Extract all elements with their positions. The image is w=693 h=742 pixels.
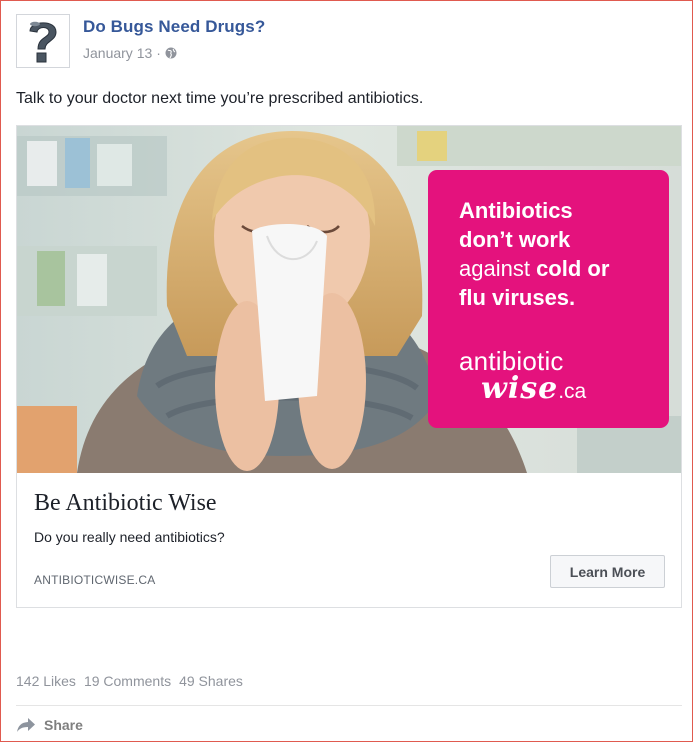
link-ad-card[interactable]: Antibiotics don’t work against cold or f… — [16, 125, 682, 608]
share-button[interactable]: Share — [16, 717, 83, 733]
brand-logo: antibiotic wise.ca — [459, 348, 586, 404]
shares-count[interactable]: 49 Shares — [179, 673, 243, 689]
ad-domain: ANTIBIOTICWISE.CA — [34, 573, 156, 587]
overlay-line-2: don’t work — [459, 227, 571, 252]
globe-icon[interactable] — [165, 47, 177, 59]
comments-count[interactable]: 19 Comments — [84, 673, 171, 689]
question-mark-icon — [29, 21, 57, 63]
post-message: Talk to your doctor next time you’re pre… — [16, 90, 424, 107]
learn-more-button[interactable]: Learn More — [550, 555, 665, 588]
facebook-post: Do Bugs Need Drugs? January 13 · Talk to… — [0, 0, 693, 742]
overlay-line-3: against cold or — [459, 254, 669, 283]
brand-logo-ca: .ca — [558, 380, 587, 403]
post-meta: January 13 · — [83, 45, 177, 61]
share-label: Share — [44, 717, 83, 733]
ad-message-overlay: Antibiotics don’t work against cold or f… — [428, 170, 669, 428]
ad-headline[interactable]: Be Antibiotic Wise — [34, 490, 217, 517]
post-date[interactable]: January 13 — [83, 45, 152, 61]
brand-logo-bottom: wise.ca — [481, 374, 586, 404]
page-name-link[interactable]: Do Bugs Need Drugs? — [83, 17, 265, 37]
ad-image[interactable]: Antibiotics don’t work against cold or f… — [17, 126, 681, 473]
ad-description: Do you really need antibiotics? — [34, 529, 225, 545]
overlay-line-1: Antibiotics — [459, 198, 573, 223]
share-arrow-icon — [17, 718, 35, 732]
meta-separator: · — [156, 45, 161, 61]
brand-logo-wise: wise — [481, 371, 559, 406]
likes-count[interactable]: 142 Likes — [16, 673, 76, 689]
engagement-stats: 142 Likes 19 Comments 49 Shares — [16, 673, 251, 689]
actions-divider — [16, 705, 682, 706]
overlay-line-3-regular: against — [459, 256, 537, 281]
overlay-line-4: flu viruses. — [459, 285, 576, 310]
page-avatar[interactable] — [16, 14, 70, 68]
overlay-line-3-bold: cold or — [536, 256, 610, 281]
